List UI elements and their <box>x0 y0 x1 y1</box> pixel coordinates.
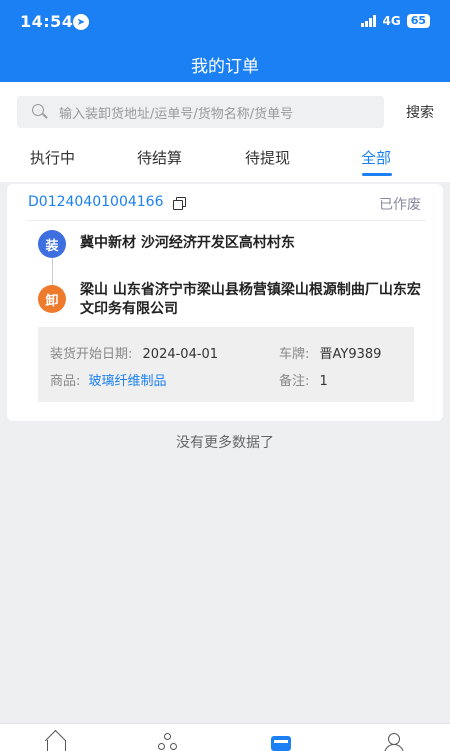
plate-value: 晋AY9389 <box>319 347 382 362</box>
order-card[interactable]: D01240401004166 已作废 装 卸 冀中新材 沙河经济开发区高村村东… <box>7 184 443 421</box>
goods-row: 商品: 玻璃纤维制品 <box>50 370 167 389</box>
status-time: 14:54 <box>20 12 74 31</box>
goods-label: 商品: <box>50 374 81 389</box>
bottom-nav <box>0 723 450 751</box>
start-date-row: 装货开始日期: 2024-04-01 <box>50 343 218 362</box>
remark-row: 备注: 1 <box>279 370 328 389</box>
divider <box>26 220 426 221</box>
signal-icon <box>361 15 377 27</box>
remark-label: 备注: <box>279 374 310 389</box>
page-title: 我的订单 <box>191 57 259 77</box>
tab-executing[interactable]: 执行中 <box>30 147 75 168</box>
copy-icon[interactable] <box>173 197 186 210</box>
tab-pending-withdrawal[interactable]: 待提现 <box>245 147 290 168</box>
search-button[interactable]: 搜索 <box>406 102 434 122</box>
start-date-label: 装货开始日期: <box>50 347 133 362</box>
no-more-data-text: 没有更多数据了 <box>176 435 274 451</box>
battery-icon: 65 <box>406 14 430 28</box>
status-indicators: 4G 65 <box>361 14 430 28</box>
search-placeholder: 输入装卸货地址/运单号/货物名称/货单号 <box>59 106 294 122</box>
status-bar: 14:54 ➤ 4G 65 <box>0 0 450 42</box>
top-header: 14:54 ➤ 4G 65 我的订单 <box>0 0 450 82</box>
tab-pending-settlement[interactable]: 待结算 <box>137 147 182 168</box>
search-icon <box>31 103 49 121</box>
network-icon[interactable] <box>157 732 179 751</box>
order-tabs: 执行中 待结算 待提现 全部 <box>0 130 450 182</box>
unload-badge: 卸 <box>38 285 66 313</box>
route-connector <box>52 258 53 285</box>
order-status: 已作废 <box>379 197 421 213</box>
home-icon[interactable] <box>45 732 67 751</box>
search-input[interactable]: 输入装卸货地址/运单号/货物名称/货单号 <box>17 96 384 128</box>
wallet-card-icon[interactable] <box>271 732 293 751</box>
location-arrow-icon: ➤ <box>73 14 89 30</box>
network-type: 4G <box>382 14 401 28</box>
start-date-value: 2024-04-01 <box>142 347 219 362</box>
plate-row: 车牌: 晋AY9389 <box>279 343 381 362</box>
tab-all[interactable]: 全部 <box>361 147 391 168</box>
order-info-box: 装货开始日期: 2024-04-01 车牌: 晋AY9389 商品: 玻璃纤维制… <box>38 327 414 402</box>
load-address: 冀中新材 沙河经济开发区高村村东 <box>80 235 295 251</box>
goods-value: 玻璃纤维制品 <box>88 374 167 389</box>
unload-address: 梁山 山东省济宁市梁山县杨营镇梁山根源制曲厂山东宏文印务有限公司 <box>80 282 421 317</box>
load-badge: 装 <box>38 230 66 258</box>
active-tab-indicator <box>362 173 392 176</box>
remark-value: 1 <box>319 374 328 389</box>
order-number: D01240401004166 <box>28 194 164 210</box>
search-bar: 输入装卸货地址/运单号/货物名称/货单号 搜索 <box>0 82 450 130</box>
user-icon[interactable] <box>383 732 405 751</box>
plate-label: 车牌: <box>279 347 310 362</box>
